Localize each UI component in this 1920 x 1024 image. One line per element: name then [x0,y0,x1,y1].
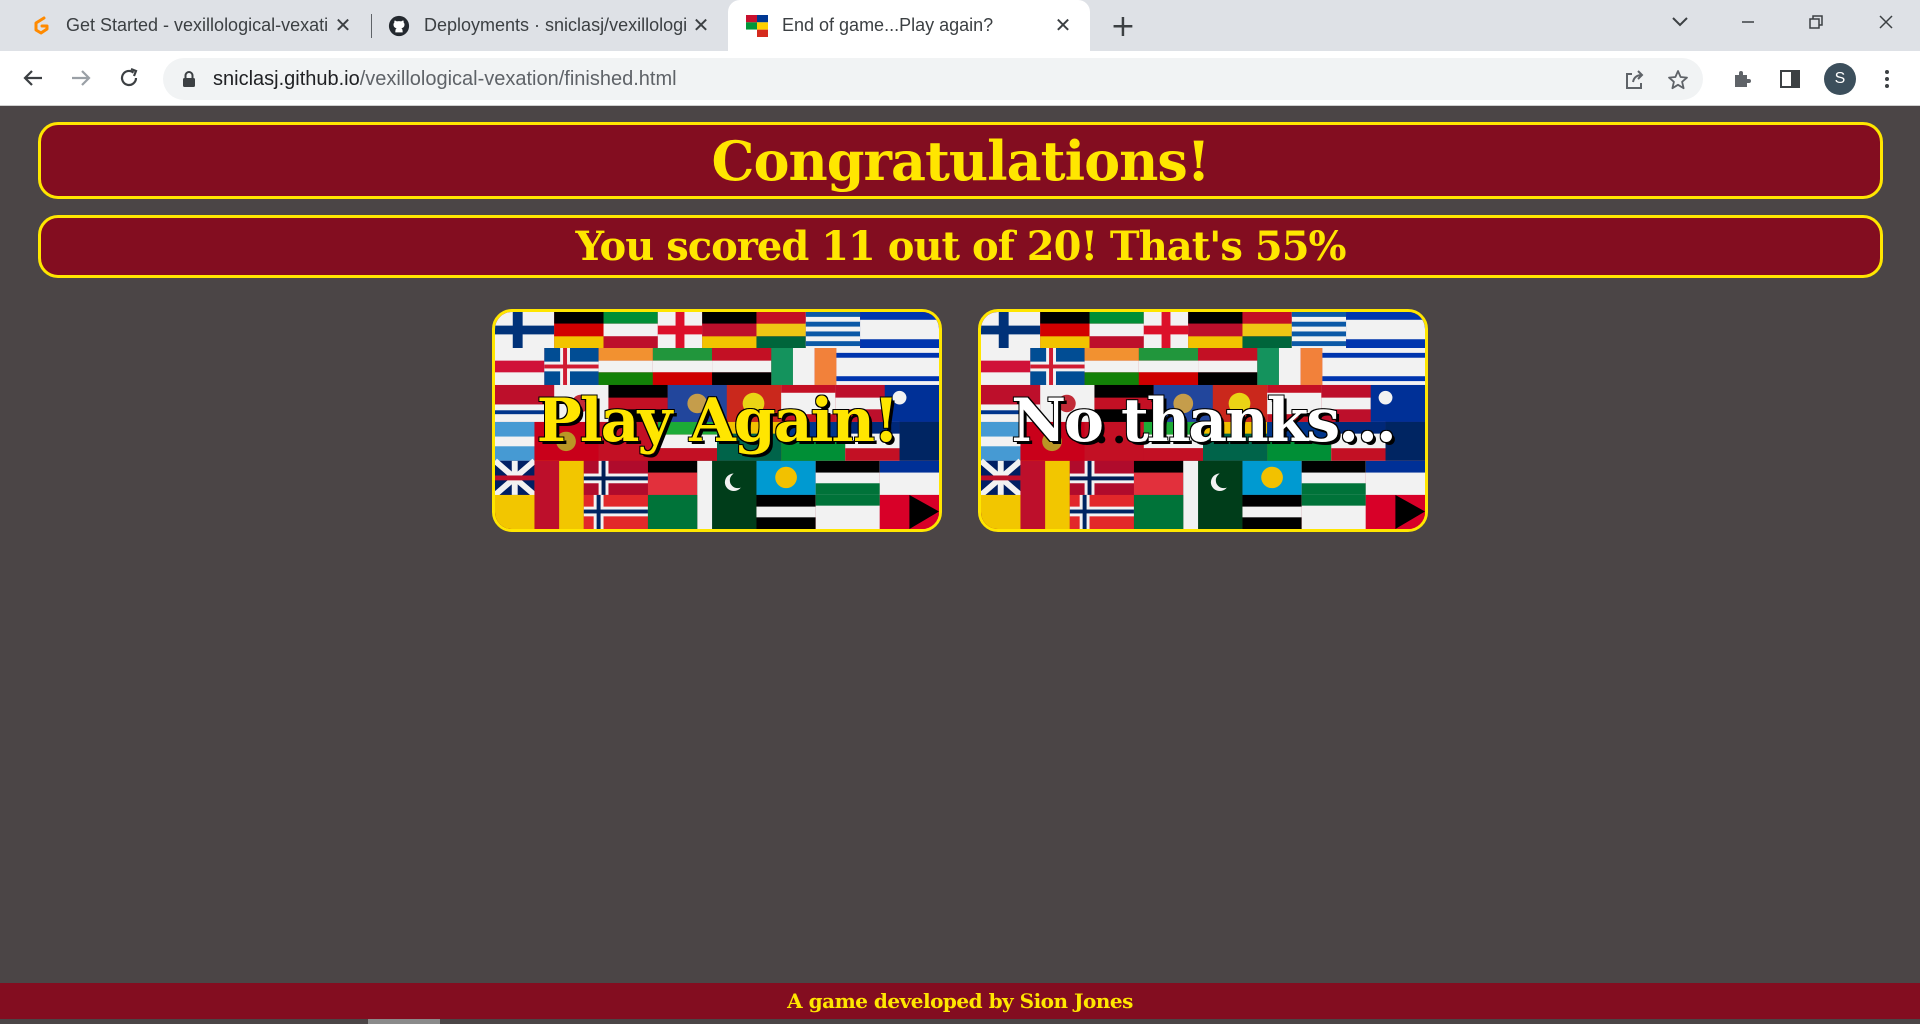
page-title: Congratulations! [38,122,1883,199]
address-bar[interactable]: sniclasj.github.io/vexillological-vexati… [163,58,1703,100]
forward-arrow-icon[interactable] [64,61,98,95]
minimize-icon[interactable] [1718,0,1778,44]
tab-strip: Get Started - vexillological-vexati ✕ De… [0,0,1920,51]
url-text: sniclasj.github.io/vexillological-vexati… [213,68,677,91]
more-menu-icon[interactable] [1871,63,1903,95]
tab-github[interactable]: Deployments · sniclasj/vexillologi ✕ [372,0,728,51]
gitpod-icon [30,15,52,37]
url-host: sniclasj.github.io [213,67,360,90]
close-icon[interactable]: ✕ [1050,13,1076,39]
restore-icon[interactable] [1786,0,1846,44]
tab-gitpod[interactable]: Get Started - vexillological-vexati ✕ [0,0,370,51]
back-arrow-icon[interactable] [16,61,50,95]
play-again-button[interactable]: Play Again! [492,309,942,532]
bookmark-star-icon[interactable] [1663,65,1693,95]
tab-title: Get Started - vexillological-vexati [66,15,329,35]
tab-title: Deployments · sniclasj/vexillologi [424,15,688,35]
profile-avatar[interactable]: S [1824,63,1856,95]
tab-search-chevron-icon[interactable] [1650,0,1710,44]
reload-icon[interactable] [112,61,146,95]
extensions-puzzle-icon[interactable] [1727,63,1759,95]
new-tab-plus-icon[interactable]: + [1106,9,1140,44]
flags-favicon [746,14,768,37]
lock-icon[interactable] [181,70,197,88]
url-path: /vexillological-vexation/finished.html [359,67,677,90]
close-icon[interactable]: ✕ [330,13,356,39]
side-panel-icon[interactable] [1774,63,1806,95]
horizontal-scrollbar[interactable] [368,1019,440,1024]
footer: A game developed by Sion Jones [0,983,1920,1019]
page-content: Congratulations! You scored 11 out of 20… [0,107,1920,1024]
no-thanks-label: No thanks... [1011,385,1397,456]
window-close-icon[interactable] [1856,0,1916,44]
footer-credit: A game developed by Sion Jones [787,989,1133,1013]
no-thanks-button[interactable]: No thanks... [978,309,1428,532]
close-icon[interactable]: ✕ [688,13,714,39]
github-icon [388,15,410,37]
score-banner: You scored 11 out of 20! That's 55% [38,215,1883,278]
play-again-label: Play Again! [536,385,900,456]
tab-title: End of game...Play again? [782,15,994,35]
share-icon[interactable] [1619,65,1649,95]
browser-toolbar: sniclasj.github.io/vexillological-vexati… [0,51,1920,106]
tab-end-of-game[interactable]: End of game...Play again? ✕ [728,0,1090,51]
